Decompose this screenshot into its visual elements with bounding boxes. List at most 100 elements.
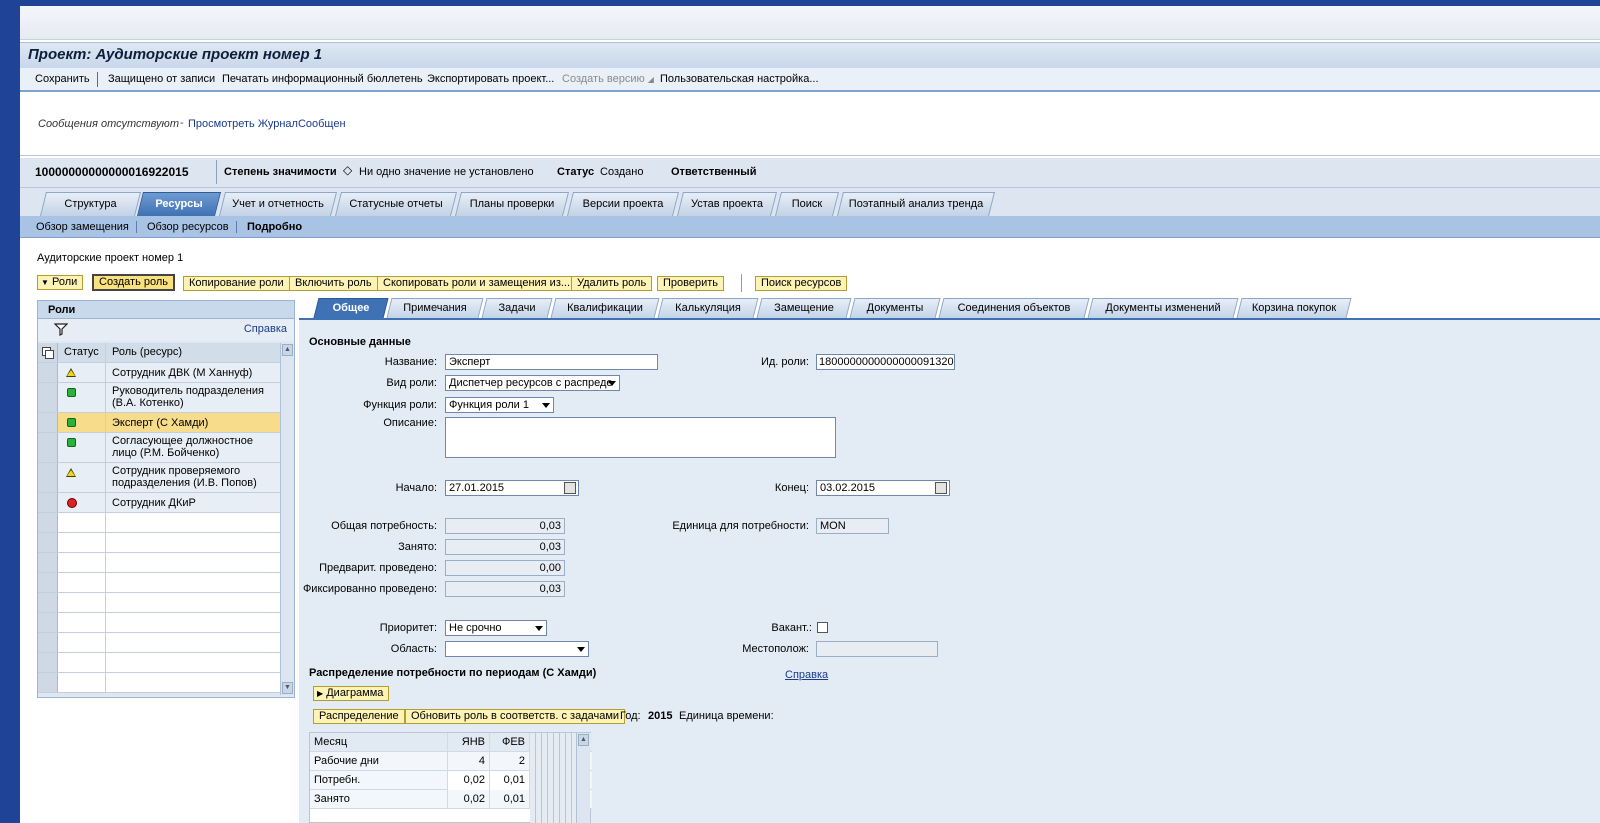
role-type-select[interactable]: Диспетчер ресурсов с распреде [445,375,620,391]
jan-cell[interactable]: 0,02 [448,771,490,790]
table-row[interactable] [38,513,280,533]
tab-documents[interactable]: Документы [849,298,941,318]
tab-calculation[interactable]: Калькуляция [657,298,759,318]
subnav-detail[interactable]: Подробно [247,221,302,233]
filter-icon[interactable] [54,322,68,336]
tab-qualifications[interactable]: Квалификации [550,298,660,318]
tab-status-reports[interactable]: Статусные отчеты [335,192,457,216]
row-selector[interactable] [38,593,58,612]
update-role-button[interactable]: Обновить роль в соответств. с задачами [405,709,626,724]
col-status[interactable]: Статус [58,343,106,362]
subnav-substitution-overview[interactable]: Обзор замещения [36,221,129,233]
period-scrollbar[interactable]: ▲ [576,733,590,823]
table-row[interactable] [38,673,280,693]
tab-project-charter[interactable]: Устав проекта [677,192,777,216]
create-version-menu: Создать версию ◢ [562,73,654,85]
area-select[interactable] [445,641,589,657]
role-id-field[interactable]: 18000000000000000913201 [816,354,955,370]
row-selector[interactable] [38,573,58,592]
name-field[interactable]: Эксперт [445,354,658,370]
row-selector[interactable] [38,363,58,382]
priority-select[interactable]: Не срочно [445,620,547,636]
tab-object-links[interactable]: Соединения объектов [938,298,1090,318]
table-row[interactable] [38,573,280,593]
end-date-field[interactable]: 03.02.2015 [816,480,950,496]
select-all-icon[interactable] [38,343,58,362]
export-project-menu[interactable]: Экспортировать проект... [427,73,554,85]
start-date-field[interactable]: 27.01.2015 [445,480,579,496]
distribution-help-link[interactable]: Справка [785,669,828,681]
location-label: Местополож: [742,643,809,655]
resource-search-button[interactable]: Поиск ресурсов [755,276,848,291]
row-selector[interactable] [38,463,58,492]
row-selector[interactable] [38,383,58,412]
scroll-up-icon[interactable]: ▲ [282,344,293,356]
table-row[interactable]: Сотрудник ДВК (М Ханнуф) [38,363,280,383]
calendar-icon[interactable] [564,482,576,494]
tab-label: Задачи [498,302,536,314]
row-selector[interactable] [38,533,58,552]
roles-dropdown-button[interactable]: ▼ Роли [37,275,84,290]
row-selector[interactable] [38,513,58,532]
row-selector[interactable] [38,613,58,632]
distribute-button[interactable]: Распределение [313,709,405,724]
table-row[interactable]: Согласующее должностное лицо (Р.М. Бойче… [38,433,280,463]
row-selector[interactable] [38,493,58,512]
tab-tasks[interactable]: Задачи [481,298,553,318]
tab-trend-analysis[interactable]: Поэтапный анализ тренда [837,192,995,216]
role-function-select[interactable]: Функция роли 1 [445,397,554,413]
table-row[interactable]: Руководитель подразделения (В.А. Котенко… [38,383,280,413]
subnav-resource-overview[interactable]: Обзор ресурсов [147,221,229,233]
priority-value: Не срочно [449,622,502,634]
table-row[interactable] [38,613,280,633]
tab-resources[interactable]: Ресурсы [137,192,221,216]
tab-notes[interactable]: Примечания [386,298,484,318]
tab-search[interactable]: Поиск [775,192,839,216]
table-row[interactable] [38,633,280,653]
include-role-button[interactable]: Включить роль [289,276,378,291]
tab-structure[interactable]: Структура [40,192,141,216]
table-row[interactable] [38,653,280,673]
row-selector[interactable] [38,633,58,652]
user-settings-menu[interactable]: Пользовательская настройка... [660,73,819,85]
status-cell [58,673,106,692]
scroll-up-icon[interactable]: ▲ [578,734,589,746]
roles-help-link[interactable]: Справка [244,323,287,335]
write-protected-menu[interactable]: Защищено от записи [108,73,215,85]
vacant-checkbox[interactable] [817,622,828,633]
tab-project-versions[interactable]: Версии проекта [567,192,679,216]
feb-cell[interactable]: 0,01 [490,771,530,790]
table-row[interactable] [38,553,280,573]
tab-substitution[interactable]: Замещение [756,298,852,318]
table-row[interactable] [38,533,280,553]
col-role[interactable]: Роль (ресурс) [106,343,280,362]
copy-role-button[interactable]: Копирование роли [183,276,290,291]
description-field[interactable] [445,417,836,458]
calendar-icon[interactable] [935,482,947,494]
scroll-down-icon[interactable]: ▼ [282,682,293,694]
table-row[interactable]: Сотрудник ДКиР [38,493,280,513]
project-id: 10000000000000016922015 [35,165,189,179]
diagram-button[interactable]: ▶ Диаграмма [313,686,390,701]
print-bulletin-menu[interactable]: Печатать информационный бюллетень [222,73,423,85]
copy-roles-from-button[interactable]: Скопировать роли и замещения из... [377,276,577,291]
table-row[interactable] [38,593,280,613]
tab-accounting[interactable]: Учет и отчетность [219,192,337,216]
row-selector[interactable] [38,413,58,432]
table-row[interactable]: Эксперт (С Хамди) [38,413,280,433]
save-menu[interactable]: Сохранить [35,73,90,85]
view-message-log-link[interactable]: Просмотреть ЖурналСообщен [188,118,346,130]
tab-shopping-cart[interactable]: Корзина покупок [1236,298,1352,318]
table-row[interactable]: Сотрудник проверяемого подразделения (И.… [38,463,280,493]
tab-change-documents[interactable]: Документы изменений [1087,298,1239,318]
delete-role-button[interactable]: Удалить роль [571,276,653,291]
row-selector[interactable] [38,673,58,692]
tab-check-plans[interactable]: Планы проверки [455,192,569,216]
row-selector[interactable] [38,653,58,672]
roles-scrollbar[interactable]: ▲ ▼ [280,343,294,695]
check-button[interactable]: Проверить [657,276,725,291]
row-selector[interactable] [38,553,58,572]
row-selector[interactable] [38,433,58,462]
create-role-button[interactable]: Создать роль [92,274,176,291]
tab-general[interactable]: Общее [313,298,389,318]
